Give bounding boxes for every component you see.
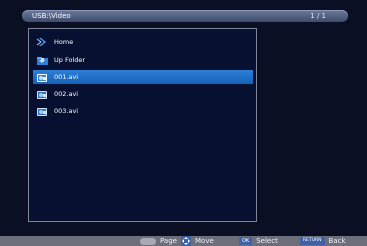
- back-hint-label: Back: [328, 237, 346, 245]
- move-hint-label: Move: [195, 237, 214, 245]
- list-item-label: 001.avi: [54, 73, 79, 81]
- list-item-label: Home: [54, 38, 74, 46]
- home-icon: [36, 37, 46, 46]
- file-browser-panel: Home Up Folder 001.avi 002.avi 003.avi: [28, 28, 257, 222]
- list-item-002-avi[interactable]: 002.avi: [33, 87, 253, 101]
- select-hint: OK Select: [239, 236, 278, 246]
- video-file-icon: [37, 107, 47, 116]
- path-bar: USB:\Video 1 / 1: [22, 10, 348, 22]
- list-item-up-folder[interactable]: Up Folder: [33, 53, 253, 67]
- up-folder-icon: [37, 56, 48, 65]
- current-path: USB:\Video: [32, 12, 71, 20]
- ok-key-icon: OK: [239, 237, 253, 245]
- back-hint: RETURN Back: [300, 236, 346, 246]
- move-hint: Move: [181, 236, 214, 246]
- list-item-label: 003.avi: [54, 107, 79, 115]
- directional-pad-icon: [181, 236, 191, 246]
- select-hint-label: Select: [256, 237, 278, 245]
- list-item-label: Up Folder: [54, 56, 86, 64]
- video-file-icon: [37, 90, 47, 99]
- list-item-003-avi[interactable]: 003.avi: [33, 104, 253, 118]
- return-key-icon: RETURN: [300, 237, 325, 245]
- page-counter: 1 / 1: [310, 12, 326, 20]
- page-button-icon: [140, 237, 156, 245]
- list-item-001-avi[interactable]: 001.avi: [33, 70, 253, 84]
- list-item-label: 002.avi: [54, 90, 79, 98]
- footer-hint-bar: Page Move OK Select RETURN Back: [0, 236, 367, 246]
- list-item-home[interactable]: Home: [33, 35, 253, 49]
- video-file-icon: [37, 73, 47, 82]
- page-hint-label: Page: [160, 237, 177, 245]
- page-hint: Page: [140, 236, 177, 246]
